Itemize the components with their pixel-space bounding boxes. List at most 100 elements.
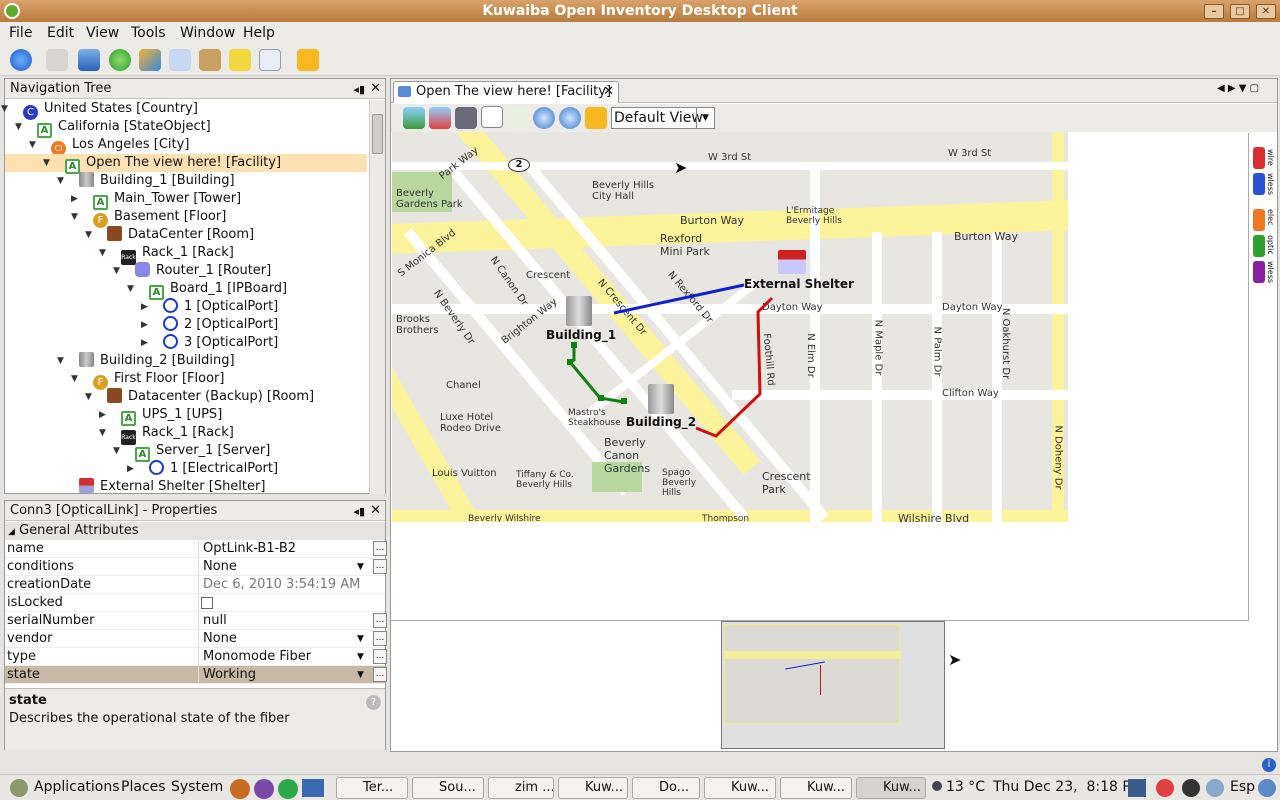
maximize-button[interactable]: □ — [1230, 4, 1250, 19]
edit-ellipsis-button[interactable]: ... — [373, 631, 387, 646]
property-value[interactable]: null — [198, 612, 370, 630]
edit-ellipsis-button[interactable]: ... — [373, 559, 387, 574]
chevron-down-icon[interactable]: ▼ — [357, 630, 364, 648]
scroll-thumb[interactable] — [372, 114, 383, 154]
property-value[interactable]: Monomode Fiber — [198, 648, 370, 666]
menu-edit[interactable]: Edit — [47, 25, 74, 41]
edit-ellipsis-button[interactable]: ... — [373, 541, 387, 556]
panel-close-icon[interactable]: ✕ — [370, 79, 381, 99]
property-value[interactable]: None — [198, 630, 370, 648]
zoom-out-icon[interactable] — [559, 107, 581, 129]
shapes-icon[interactable] — [139, 49, 161, 71]
link-blue[interactable] — [613, 283, 745, 315]
notes-icon[interactable] — [229, 49, 251, 71]
expanded-toggle-icon[interactable]: ▼ — [29, 136, 36, 154]
task-kuwaiba[interactable]: Kuw... — [780, 777, 852, 799]
user-icon[interactable] — [1258, 779, 1276, 797]
expanded-toggle-icon[interactable]: ▼ — [99, 424, 106, 442]
menu-tools[interactable]: Tools — [131, 25, 166, 41]
refresh-view-icon[interactable] — [585, 107, 607, 129]
expanded-toggle-icon[interactable]: ▼ — [57, 172, 64, 190]
task-doc[interactable]: Do... — [632, 777, 700, 799]
section-header[interactable]: ◢ General Attributes — [5, 522, 385, 540]
edit-ellipsis-button[interactable]: ... — [373, 667, 387, 682]
expanded-toggle-icon[interactable]: ▼ — [85, 226, 92, 244]
collapsed-toggle-icon[interactable]: ▶ — [141, 298, 148, 316]
tree-node[interactable]: ▶ 3 [OpticalPort] — [5, 334, 367, 352]
tree-node[interactable]: ▼ Building_2 [Building] — [5, 352, 367, 370]
tab-nav-icons[interactable]: ◀ ▶ ▼ ▢ — [1217, 83, 1259, 94]
search-icon[interactable] — [10, 49, 32, 71]
expanded-toggle-icon[interactable]: ▼ — [43, 154, 50, 172]
tree-node[interactable]: External Shelter [Shelter] — [5, 478, 367, 496]
expanded-toggle-icon[interactable]: ▼ — [71, 370, 78, 388]
tree-node[interactable]: ▼ Ci Los Angeles [City] — [5, 136, 367, 156]
tree-node[interactable]: ▼ Building_1 [Building] — [5, 172, 367, 190]
task-source[interactable]: Sou... — [412, 777, 484, 799]
optic-legend-icon[interactable] — [1253, 235, 1265, 257]
launcher-icon[interactable] — [278, 779, 298, 799]
zoom-in-icon[interactable] — [533, 107, 555, 129]
tab-facility-view[interactable]: Open The view here! [Facility] ✕ — [393, 81, 619, 103]
help-icon[interactable]: ? — [366, 695, 381, 710]
task-kuwaiba[interactable]: Kuw... — [558, 777, 628, 799]
menu-help[interactable]: Help — [243, 25, 275, 41]
places-menu[interactable]: Places — [121, 779, 166, 795]
monitor-icon[interactable] — [78, 49, 100, 71]
select-icon[interactable] — [481, 106, 503, 128]
volume-icon[interactable] — [1206, 779, 1224, 797]
expanded-toggle-icon[interactable]: ▼ — [1, 100, 8, 118]
property-value[interactable] — [198, 594, 370, 612]
property-value[interactable]: None — [198, 558, 370, 576]
minimize-button[interactable]: – — [1204, 4, 1224, 19]
property-row-vendor[interactable]: vendor None ▼... — [5, 630, 387, 648]
wire-legend-icon[interactable] — [1253, 147, 1265, 169]
property-row-conditions[interactable]: conditions None ▼... — [5, 558, 387, 576]
power-icon[interactable] — [1182, 779, 1200, 797]
tree-node[interactable]: ▼ F First Floor [Floor] — [5, 370, 367, 390]
collapsed-toggle-icon[interactable]: ▶ — [141, 334, 148, 352]
shelter-icon[interactable] — [778, 250, 806, 274]
expanded-toggle-icon[interactable]: ▼ — [15, 118, 22, 136]
task-zim[interactable]: zim ... — [488, 777, 554, 799]
package-icon[interactable] — [199, 49, 221, 71]
reload-icon[interactable] — [297, 49, 319, 71]
task-kuwaiba[interactable]: Kuw... — [704, 777, 776, 799]
tree-node[interactable]: ▼ Rack Rack_1 [Rack] — [5, 424, 367, 445]
network-icon[interactable] — [169, 49, 191, 71]
window-icon[interactable] — [259, 49, 281, 71]
expanded-toggle-icon[interactable]: ▼ — [57, 352, 64, 370]
property-row-state[interactable]: state Working ▼... — [5, 666, 387, 684]
wless-legend-icon[interactable] — [1253, 173, 1265, 195]
menu-file[interactable]: File — [9, 25, 32, 41]
property-row-name[interactable]: name OptLink-B1-B2... — [5, 540, 387, 558]
satellite-view[interactable] — [721, 621, 945, 749]
tools-icon[interactable] — [46, 49, 68, 71]
collapsed-toggle-icon[interactable]: ▶ — [99, 406, 106, 424]
expanded-toggle-icon[interactable]: ▼ — [127, 280, 134, 298]
link-green[interactable] — [567, 346, 625, 404]
edit-ellipsis-button[interactable]: ... — [373, 613, 387, 628]
keyboard-layout[interactable]: Esp — [1230, 779, 1255, 795]
building-2-icon[interactable] — [648, 384, 674, 414]
applications-menu[interactable]: Applications — [34, 779, 120, 795]
elec-legend-icon[interactable] — [1253, 209, 1265, 231]
link-red[interactable] — [695, 296, 774, 438]
chevron-down-icon[interactable]: ▼ — [696, 108, 714, 128]
tree-node[interactable]: ▼ A California [StateObject] — [5, 118, 367, 138]
launcher-icon[interactable] — [302, 779, 324, 797]
wless2-legend-icon[interactable] — [1253, 261, 1265, 283]
property-value[interactable]: Dec 6, 2010 3:54:19 AM — [198, 576, 370, 594]
nav-scrollbar[interactable] — [369, 100, 385, 494]
property-value[interactable]: Working — [198, 666, 370, 684]
tree-node[interactable]: ▼ C United States [Country] — [1, 100, 367, 120]
collapsed-toggle-icon[interactable]: ▶ — [127, 460, 134, 478]
chevron-down-icon[interactable]: ▼ — [357, 666, 364, 684]
save-icon[interactable] — [455, 107, 477, 129]
add-background-icon[interactable] — [403, 107, 425, 129]
building-1-icon[interactable] — [566, 296, 592, 326]
launcher-icon[interactable] — [230, 779, 250, 799]
task-kuwaiba-active[interactable]: Kuw... — [856, 777, 926, 799]
expanded-toggle-icon[interactable]: ▼ — [71, 208, 78, 226]
tree-node[interactable]: ▼ Rack Rack_1 [Rack] — [5, 244, 367, 265]
